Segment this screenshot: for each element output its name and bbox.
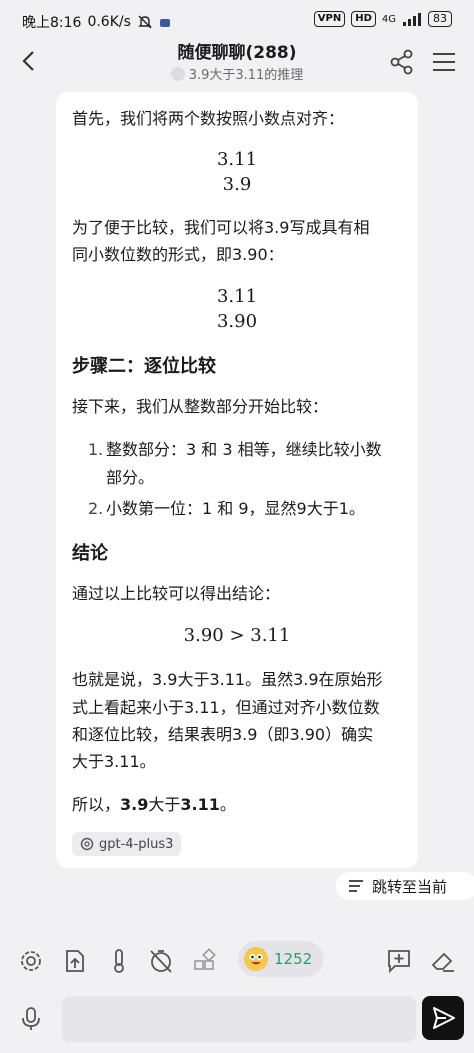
status-speed: 0.6K/s [87, 14, 131, 30]
list-item-number: 1. [88, 440, 104, 459]
status-bar: 晚上8:16 0.6K/s VPN HD 4G 83 [0, 0, 474, 40]
model-tag[interactable]: gpt-4-plus3 [72, 832, 182, 856]
math-inequality: 3.90 > 3.11 [183, 625, 291, 646]
hd-badge: HD [351, 11, 376, 27]
eraser-icon[interactable] [430, 948, 456, 974]
openai-icon [80, 837, 94, 851]
list-item: 小数第一位：1 和 9，显然9大于1。 [106, 499, 365, 518]
math-line: 3.11 [216, 149, 258, 170]
math-line: 3.9 [222, 174, 252, 195]
math-line: 3.11 [216, 286, 258, 307]
list-icon [349, 880, 363, 892]
list-item: 部分。 [106, 468, 155, 487]
vpn-badge: VPN [313, 11, 346, 27]
input-toolbar [0, 930, 474, 990]
chat-topic: 3.9大于3.11的推理 [188, 68, 304, 83]
network-type: 4G [381, 13, 396, 25]
app-notification-icon [159, 19, 170, 27]
section-heading: 结论 [72, 543, 108, 564]
add-comment-icon[interactable] [386, 948, 412, 974]
jump-label: 跳转至当前 [372, 877, 448, 896]
send-button[interactable] [422, 996, 464, 1040]
message-paragraph: 为了便于比较，我们可以将3.9写成具有相 [72, 218, 370, 237]
message-paragraph: 首先，我们将两个数按照小数点对齐： [72, 109, 345, 128]
math-line: 3.90 [216, 311, 258, 332]
upload-icon[interactable] [62, 948, 88, 974]
jump-to-current-button[interactable]: 跳转至当前 [336, 872, 474, 900]
send-icon [433, 1007, 455, 1029]
message-paragraph: 同小数位数的形式，即3.90： [72, 245, 284, 264]
message-paragraph: 也就是说，3.9大于3.11。虽然3.9在原始形 [72, 670, 383, 689]
signal-icon [403, 13, 421, 26]
menu-icon[interactable] [430, 50, 458, 74]
share-icon[interactable] [388, 48, 416, 76]
timer-off-icon[interactable] [148, 948, 174, 974]
thermometer-icon[interactable] [106, 948, 132, 974]
widgets-icon[interactable] [192, 948, 218, 974]
message-paragraph: 大于3.11。 [72, 752, 156, 771]
message-paragraph: 和逐位比较，结果表明3.9（即3.90）确实 [72, 725, 374, 744]
message-input[interactable] [62, 996, 416, 1042]
message-paragraph: 接下来，我们从整数部分开始比较： [72, 397, 329, 416]
chat-header: 随便聊聊(288) 3.9大于3.11的推理 [0, 38, 474, 86]
chevron-down-icon [170, 67, 185, 81]
message-paragraph: 式上看起来小于3.11，但通过对齐小数位数 [72, 698, 380, 717]
credits-badge[interactable]: 1252 [238, 941, 324, 977]
final-answer: 所以，3.9大于3.11。 [72, 795, 236, 814]
message-paragraph: 通过以上比较可以得出结论： [72, 584, 281, 603]
status-time: 晚上8:16 [22, 15, 82, 31]
credits-count: 1252 [274, 950, 313, 968]
model-name: gpt-4-plus3 [99, 836, 174, 852]
section-heading: 步骤二：逐位比较 [72, 356, 216, 377]
list-item-number: 2. [88, 499, 104, 518]
microphone-icon[interactable] [20, 1006, 42, 1032]
emoji-face-icon [244, 947, 268, 971]
mute-icon [138, 15, 152, 29]
list-item: 整数部分：3 和 3 相等，继续比较小数 [106, 440, 382, 459]
settings-icon[interactable] [18, 948, 44, 974]
battery-indicator: 83 [428, 11, 452, 27]
